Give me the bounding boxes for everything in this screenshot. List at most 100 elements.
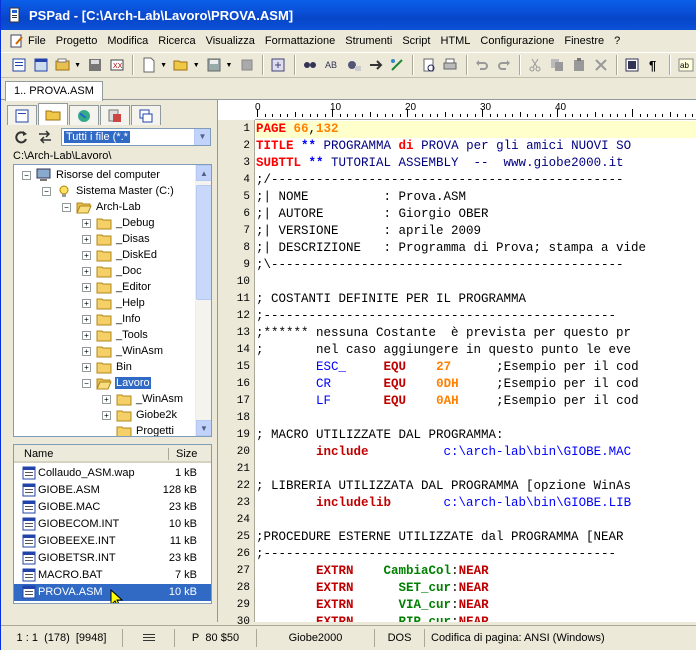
tree-node[interactable]: − Risorse del computer [22,167,161,183]
code-line[interactable]: ;\--------------------------------------… [256,257,696,274]
tree-node[interactable]: Progetti [102,423,175,436]
code-line[interactable]: ; LIBRERIA UTILIZZATA DAL PROGRAMMA [opz… [256,478,696,495]
save-icon[interactable] [204,54,225,76]
expand-icon[interactable]: + [82,346,91,356]
file-filter-select[interactable]: Tutti i file (*.* ▼ [61,128,211,146]
tree-node[interactable]: + Bin [82,359,133,375]
code-line[interactable]: ;/--------------------------------------… [256,172,696,189]
tab-prova-asm[interactable]: 1.. PROVA.ASM [5,81,103,101]
project-window-icon[interactable] [31,54,52,76]
expand-icon[interactable]: + [82,282,91,292]
column-size[interactable]: Size [176,448,197,460]
code-explorer-icon[interactable]: XX [107,54,128,76]
tab-ftp[interactable] [69,105,99,125]
code-line[interactable]: ;---------------------------------------… [256,546,696,563]
expand-icon[interactable]: + [102,410,111,420]
expand-icon[interactable]: + [82,330,91,340]
menu-item-script[interactable]: Script [397,31,435,51]
status-eol[interactable]: DOS [375,629,425,647]
tab-open-files[interactable] [131,105,161,125]
code-line[interactable]: ; COSTANTI DEFINITE PER IL PROGRAMMA [256,291,696,308]
chevron-down-icon[interactable]: ▼ [225,54,232,76]
menu-item-visualizza[interactable]: Visualizza [201,31,260,51]
paste-icon[interactable] [569,54,590,76]
goto-line-icon[interactable] [365,54,386,76]
menu-item-formattazione[interactable]: Formattazione [260,31,340,51]
code-line[interactable]: ; nel caso aggiungere in questo punto le… [256,342,696,359]
tree-scrollbar[interactable]: ▲ ▼ [195,165,211,436]
code-line[interactable]: EXTRN VIA_cur:NEAR [256,597,696,614]
code-line[interactable]: ;| NOME : Prova.ASM [256,189,696,206]
code-line[interactable]: ;| VERSIONE : aprile 2009 [256,223,696,240]
select-all-icon[interactable] [622,54,643,76]
spell-check-icon[interactable]: ab [675,54,696,76]
code-line[interactable]: include c:\arch-lab\bin\GIOBE.MAC [256,444,696,461]
tab-file-explorer[interactable] [38,103,68,125]
file-row[interactable]: GIOBETSR.INT 23 kB [14,550,211,567]
expand-icon[interactable]: + [102,394,111,404]
column-name[interactable]: Name [24,448,53,460]
tab-project[interactable] [7,105,37,125]
chevron-down-icon[interactable]: ▼ [194,129,210,145]
status-encoding[interactable]: Codifica di pagina: ANSI (Windows) [425,629,611,647]
scroll-down-icon[interactable]: ▼ [196,420,211,436]
code-line[interactable] [256,512,696,529]
code-line[interactable]: EXTRN RIP_cur:NEAR [256,614,696,622]
file-row[interactable]: GIOBE.MAC 23 kB [14,499,211,516]
menu-item-help[interactable]: ? [609,31,625,51]
code-editor[interactable]: 0 10 20 30 40 1 2 3 4 5 6 7 8 9 10 11 12 13 14 15 16 17 18 19 2… [217,100,696,628]
code-line[interactable]: ; MACRO UTILIZZATE DAL PROGRAMMA: [256,427,696,444]
undo-icon[interactable] [472,54,493,76]
tree-node[interactable]: + _Help [82,295,146,311]
print-preview-icon[interactable] [418,54,439,76]
code-line[interactable]: ESC_ EQU 27 ;Esempio per il cod [256,359,696,376]
new-file-icon[interactable] [138,54,159,76]
menu-item-ricerca[interactable]: Ricerca [153,31,200,51]
find-in-files-icon[interactable] [343,54,364,76]
file-row[interactable]: GIOBECOM.INT 10 kB [14,516,211,533]
tree-node[interactable]: + _Editor [82,279,152,295]
tree-node[interactable]: + _Disas [82,231,151,247]
pilcrow-icon[interactable]: ¶ [644,54,665,76]
cut-icon[interactable] [525,54,546,76]
status-mode[interactable] [123,629,175,647]
expand-icon[interactable]: + [82,234,91,244]
expand-icon[interactable]: + [82,218,91,228]
tab-clips[interactable] [100,105,130,125]
chevron-down-icon[interactable]: ▼ [74,54,81,76]
print-icon[interactable] [440,54,461,76]
code-line[interactable]: ;****** nessuna Costante è prevista per … [256,325,696,342]
collapse-icon[interactable]: − [62,202,71,212]
file-row[interactable]: GIOBE.ASM 128 kB [14,482,211,499]
refresh-icon[interactable] [13,129,29,145]
expand-icon[interactable]: + [82,250,91,260]
code-line[interactable]: LF EQU 0AH ;Esempio per il cod [256,393,696,410]
code-line[interactable]: ;| DESCRIZIONE : Programma di Prova; sta… [256,240,696,257]
open-file-icon[interactable] [171,54,192,76]
tree-node[interactable]: + _WinAsm [82,343,164,359]
menu-item-configurazione[interactable]: Configurazione [475,31,559,51]
scroll-up-icon[interactable]: ▲ [196,165,211,181]
menu-item-file[interactable]: File [5,31,51,51]
scroll-thumb[interactable] [196,185,211,300]
chevron-down-icon[interactable]: ▼ [160,54,167,76]
tree-node[interactable]: − Sistema Master (C:) [42,183,175,199]
menu-item-html[interactable]: HTML [435,31,475,51]
chevron-down-icon[interactable]: ▼ [193,54,200,76]
tree-node[interactable]: + _Info [82,311,141,327]
code-line[interactable]: includelib c:\arch-lab\bin\GIOBE.LIB [256,495,696,512]
expand-icon[interactable]: + [82,298,91,308]
code-line[interactable]: ;---------------------------------------… [256,308,696,325]
code-line[interactable] [256,461,696,478]
expand-icon[interactable]: + [82,314,91,324]
collapse-icon[interactable]: − [22,170,31,180]
code-line[interactable]: PAGE 66,132 [256,121,696,138]
expand-icon[interactable]: + [82,362,91,372]
redo-icon[interactable] [493,54,514,76]
status-scheme[interactable]: Giobe2000 [257,629,375,647]
code-line[interactable]: ;| AUTORE : Giorgio OBER [256,206,696,223]
tree-node[interactable]: + _Tools [82,327,149,343]
menu-item-modifica[interactable]: Modifica [102,31,153,51]
reload-icon[interactable] [268,54,289,76]
search-icon[interactable] [300,54,321,76]
